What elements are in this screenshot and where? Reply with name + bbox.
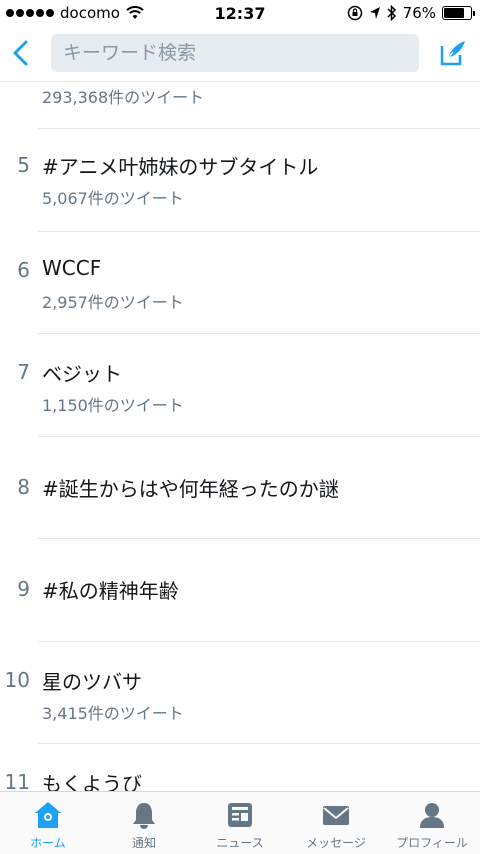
person-icon	[417, 800, 447, 830]
trend-rank: 9	[17, 577, 30, 601]
tab-label: メッセージ	[306, 836, 366, 850]
compose-button[interactable]	[436, 36, 470, 70]
trend-rank: 7	[17, 360, 30, 384]
tab-label: ホーム	[30, 836, 66, 850]
trend-tweet-count: 2,957件のツイート	[42, 293, 184, 312]
trend-name: #私の精神年齢	[42, 579, 179, 603]
trend-item[interactable]: 6 WCCF 2,957件のツイート	[0, 232, 480, 334]
battery-percent: 76%	[402, 4, 436, 22]
trend-item[interactable]: 9 #私の精神年齢	[0, 539, 480, 642]
tab-bar: ホーム 通知 ニュース メッセージ プロフィール	[0, 791, 480, 854]
search-box[interactable]	[51, 34, 419, 72]
bluetooth-icon	[387, 5, 396, 21]
trend-item[interactable]: 8 #誕生からはや何年経ったのか謎	[0, 437, 480, 539]
trends-list: 293,368件のツイート 5 #アニメ叶姉妹のサブタイトル 5,067件のツイ…	[0, 82, 480, 791]
trend-tweet-count: 3,415件のツイート	[42, 704, 184, 723]
trend-item[interactable]: 7 ベジット 1,150件のツイート	[0, 334, 480, 437]
bell-icon	[129, 800, 159, 830]
trend-item[interactable]: 5 #アニメ叶姉妹のサブタイトル 5,067件のツイート	[0, 129, 480, 232]
tab-home[interactable]: ホーム	[0, 792, 96, 854]
tab-messages[interactable]: メッセージ	[288, 792, 384, 854]
tab-news[interactable]: ニュース	[192, 792, 288, 854]
trend-name: ベジット	[42, 362, 122, 386]
search-header	[0, 28, 480, 82]
tab-label: ニュース	[216, 836, 264, 850]
status-right: 76%	[347, 4, 475, 22]
trend-name: もくようび	[42, 772, 142, 791]
trend-item[interactable]: 293,368件のツイート	[0, 82, 480, 129]
tab-label: プロフィール	[396, 836, 468, 850]
search-input[interactable]	[63, 42, 419, 64]
battery-icon	[442, 6, 475, 20]
trend-item[interactable]: 11 もくようび	[0, 744, 480, 791]
trend-rank: 11	[4, 770, 30, 791]
orientation-lock-icon	[347, 5, 362, 21]
trend-tweet-count: 293,368件のツイート	[42, 88, 205, 107]
tab-label: 通知	[131, 836, 156, 850]
chevron-left-icon	[13, 40, 28, 66]
trend-name: #誕生からはや何年経ったのか謎	[42, 477, 339, 501]
trend-tweet-count: 1,150件のツイート	[42, 396, 184, 415]
tab-notifications[interactable]: 通知	[96, 792, 192, 854]
trend-rank: 6	[17, 258, 30, 282]
trend-rank: 8	[17, 475, 30, 499]
compose-icon	[440, 41, 465, 66]
trend-rank: 5	[17, 153, 30, 177]
trend-item[interactable]: 10 星のツバサ 3,415件のツイート	[0, 642, 480, 744]
news-icon	[225, 800, 255, 830]
trend-rank: 10	[4, 668, 30, 692]
trend-name: #アニメ叶姉妹のサブタイトル	[42, 155, 319, 179]
location-arrow-icon	[369, 7, 380, 19]
envelope-icon	[321, 800, 351, 830]
battery-fill	[444, 8, 464, 18]
tab-profile[interactable]: プロフィール	[384, 792, 480, 854]
trend-name: 星のツバサ	[42, 670, 142, 694]
trend-tweet-count: 5,067件のツイート	[42, 189, 184, 208]
trend-name: WCCF	[42, 256, 102, 280]
back-button[interactable]	[6, 38, 36, 68]
status-bar: docomo 12:37 76%	[0, 0, 480, 28]
home-icon	[33, 800, 63, 830]
